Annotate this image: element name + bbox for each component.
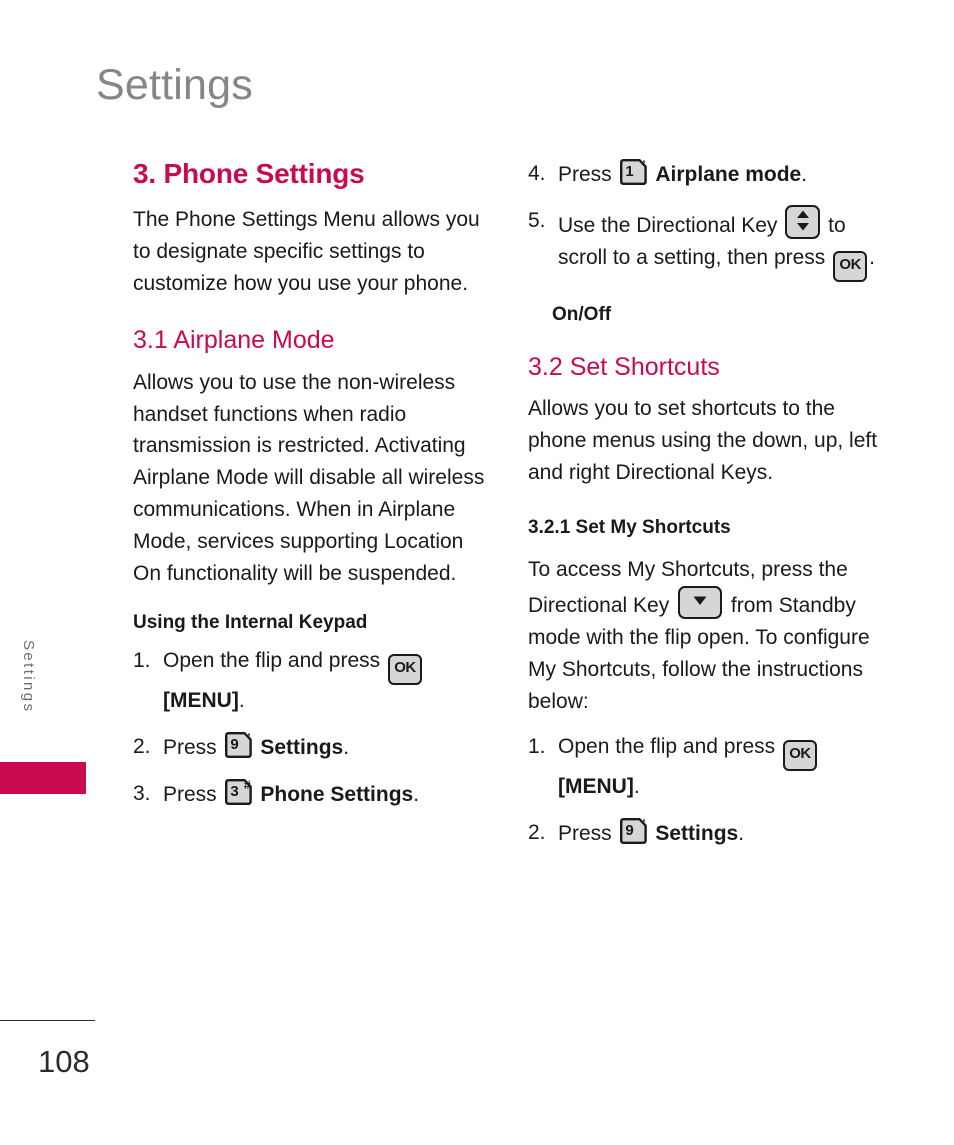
numeric-key-icon: 9 ’: [619, 817, 648, 845]
set-shortcuts-paragraph: Allows you to set shortcuts to the phone…: [528, 397, 878, 485]
step-tail: .: [238, 688, 245, 712]
step-emphasis: Phone Settings: [260, 782, 414, 806]
key-mark: #: [243, 777, 251, 792]
key-digit: 1: [625, 163, 634, 180]
step-text: Use the Directional Key: [558, 213, 778, 237]
left-column: 3. Phone Settings The Phone Settings Men…: [133, 158, 491, 825]
footer-divider: [0, 1020, 95, 1021]
step-tail: .: [869, 245, 875, 269]
step-tail: .: [343, 735, 350, 759]
direction-key-up-down-icon: [785, 204, 821, 239]
right-steps-continued-list: 4. Press 1 ’ Airplane mode. 5. Use the Dir…: [528, 158, 886, 282]
page-title: Settings: [96, 61, 253, 109]
onoff-label: On/Off: [552, 303, 612, 325]
right-column: 4. Press 1 ’ Airplane mode. 5. Use the Dir…: [528, 158, 886, 864]
list-item: 2. Press 9 ’ Settings.: [133, 731, 491, 764]
key-mark: ’: [642, 158, 646, 172]
key-digit: 3: [230, 782, 239, 800]
step-text: Press: [558, 163, 612, 186]
ok-key-icon: OK: [387, 653, 422, 685]
numeric-key-icon: 3 #: [224, 777, 253, 806]
key-mark: ’: [247, 730, 251, 745]
page-number: 108: [38, 1044, 90, 1079]
subsection-heading-airplane-mode: 3.1 Airplane Mode: [133, 325, 335, 354]
using-internal-keypad-heading: Using the Internal Keypad: [133, 612, 368, 633]
step-text: Open the flip and press: [163, 648, 381, 672]
set-my-shortcuts-paragraph: To access My Shortcuts, press the Direct…: [528, 554, 886, 718]
list-item: 5. Use the Directional Key to scroll to a…: [528, 204, 886, 282]
step-text: Press: [558, 822, 612, 846]
key-mark: ’: [642, 817, 646, 832]
step-emphasis: Settings: [655, 822, 739, 846]
step-emphasis: Settings: [260, 735, 344, 759]
step-number: 1.: [133, 648, 151, 672]
list-item: 4. Press 1 ’ Airplane mode.: [528, 158, 886, 191]
step-tail: .: [633, 775, 640, 799]
step-text: Open the flip and press: [558, 735, 776, 759]
step-number: 5.: [528, 208, 546, 232]
ok-key-icon: OK: [833, 250, 868, 282]
step-text: Press: [163, 782, 217, 806]
step-emphasis: [MENU]: [163, 688, 239, 712]
list-item: 1. Open the flip and press OK [MENU].: [133, 645, 491, 717]
numeric-key-icon: 9 ’: [224, 730, 253, 759]
left-steps-list: 1. Open the flip and press OK [MENU]. 2. P…: [133, 645, 491, 811]
airplane-mode-paragraph: Allows you to use the non-wireless hands…: [133, 370, 485, 586]
numeric-key-icon: 1 ’: [619, 158, 648, 186]
step-text: Press: [163, 735, 217, 759]
step-tail: .: [738, 822, 745, 846]
key-digit: 9: [625, 822, 634, 840]
step-number: 1.: [528, 735, 546, 759]
phone-settings-intro-paragraph: The Phone Settings Menu allows you to de…: [133, 208, 480, 295]
list-item: 2. Press 9 ’ Settings.: [528, 817, 886, 850]
list-item: 1. Open the flip and press OK [MENU].: [528, 731, 886, 803]
direction-key-down-icon: [678, 585, 723, 619]
subsection-heading-set-shortcuts: 3.2 Set Shortcuts: [528, 352, 720, 381]
right-steps-list: 1. Open the flip and press OK [MENU]. 2. P…: [528, 731, 886, 850]
section-heading-phone-settings: 3. Phone Settings: [133, 158, 365, 189]
step-tail: .: [801, 163, 808, 186]
key-digit: 9: [230, 735, 239, 753]
step-number: 2.: [528, 821, 546, 845]
subsubsection-heading-set-my-shortcuts: 3.2.1 Set My Shortcuts: [528, 517, 731, 539]
step-tail: .: [413, 782, 420, 806]
ok-key-icon: OK: [782, 740, 817, 772]
side-tab-label: Settings: [20, 640, 37, 714]
step-emphasis: [MENU]: [558, 775, 634, 799]
step-number: 4.: [528, 162, 546, 185]
list-item: 3. Press 3 # Phone Settings.: [133, 778, 491, 811]
step-number: 3.: [133, 781, 151, 805]
side-tab-color-block: [0, 762, 86, 794]
step-emphasis: Airplane mode: [655, 163, 802, 186]
step-number: 2.: [133, 734, 151, 758]
